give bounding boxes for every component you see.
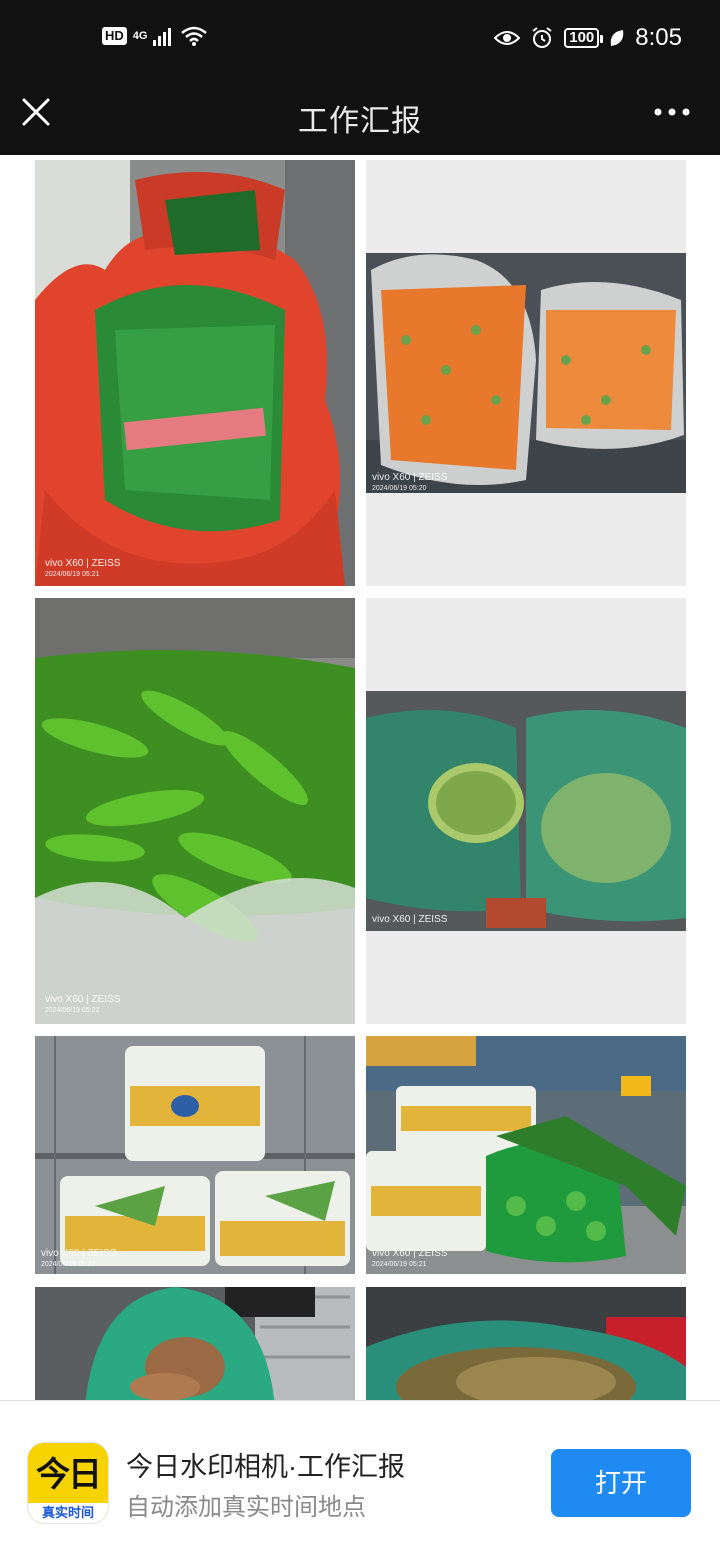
photo-yams[interactable]	[35, 1287, 355, 1400]
hd-badge: HD	[102, 27, 127, 45]
watermark-camera: vivo X60 | ZEISS	[372, 914, 448, 925]
app-download-banner: 今日 真实时间 今日水印相机·工作汇报 自动添加真实时间地点 打开	[0, 1400, 720, 1561]
watermark-camera: vivo X60 | ZEISS	[41, 1248, 117, 1259]
banner-subtitle: 自动添加真实时间地点	[126, 1494, 366, 1521]
app-icon-text: 今日	[36, 1456, 102, 1494]
photo-watermark: vivo X60 | ZEISS 2024/06/19 05:22	[41, 1248, 116, 1270]
photo-watermark: vivo X60 | ZEISS 2024/06/19 05:20	[372, 472, 447, 494]
battery-indicator: 100	[564, 28, 604, 48]
photo-grid: vivo X60 | ZEISS 2024/06/19 05:21 vivo X…	[0, 155, 720, 1400]
photo-packaged-vegetables[interactable]: vivo X60 | ZEISS 2024/06/19 05:22	[35, 1036, 355, 1274]
leaf-icon	[611, 30, 624, 46]
watermark-date: 2024/06/19 05:20	[372, 485, 427, 492]
clock-time: 8:05	[635, 24, 682, 51]
photo-mixed-vegetables[interactable]: vivo X60 | ZEISS 2024/06/19 05:21	[366, 1036, 686, 1274]
photo-carrots[interactable]: vivo X60 | ZEISS 2024/06/19 05:20	[366, 160, 686, 586]
photo-watermark: vivo X60 | ZEISS 2024/06/19 05:21	[45, 558, 120, 580]
status-bar: HD 4G 100 8:05	[0, 0, 720, 82]
watermark-date: 2024/06/19 05:21	[372, 1261, 427, 1268]
watermark-date: 2024/06/19 05:22	[45, 1007, 100, 1014]
photo-watermark: vivo X60 | ZEISS	[372, 914, 447, 925]
alarm-icon	[532, 27, 552, 48]
open-button[interactable]: 打开	[551, 1449, 691, 1517]
banner-title: 今日水印相机·工作汇报	[126, 1452, 405, 1482]
signal-icon	[153, 28, 172, 46]
watermark-camera: vivo X60 | ZEISS	[45, 994, 121, 1005]
photo-potatoes[interactable]	[366, 1287, 686, 1400]
status-right: 100 8:05	[494, 24, 682, 52]
network-label: 4G	[132, 29, 148, 42]
eye-icon	[494, 31, 521, 45]
app-icon[interactable]: 今日 真实时间	[28, 1443, 108, 1523]
watermark-camera: vivo X60 | ZEISS	[372, 472, 448, 483]
watermark-camera: vivo X60 | ZEISS	[45, 558, 121, 569]
page-title: 工作汇报	[298, 105, 422, 138]
photo-watermark: vivo X60 | ZEISS 2024/06/19 05:22	[45, 994, 120, 1016]
wifi-icon	[181, 26, 208, 46]
photo-green-peppers[interactable]: vivo X60 | ZEISS 2024/06/19 05:22	[35, 598, 355, 1024]
more-options-icon[interactable]	[652, 94, 692, 130]
watermark-camera: vivo X60 | ZEISS	[372, 1248, 448, 1259]
watermark-date: 2024/06/19 05:21	[45, 571, 100, 578]
photo-chives[interactable]: vivo X60 | ZEISS 2024/06/19 05:21	[35, 160, 355, 586]
nav-bar: 工作汇报	[0, 82, 720, 155]
photo-watermark: vivo X60 | ZEISS 2024/06/19 05:21	[372, 1248, 447, 1270]
app-icon-label: 真实时间	[28, 1503, 108, 1523]
status-left: HD 4G	[102, 26, 208, 46]
photo-cabbage[interactable]: vivo X60 | ZEISS	[366, 598, 686, 1024]
watermark-date: 2024/06/19 05:22	[41, 1261, 96, 1268]
